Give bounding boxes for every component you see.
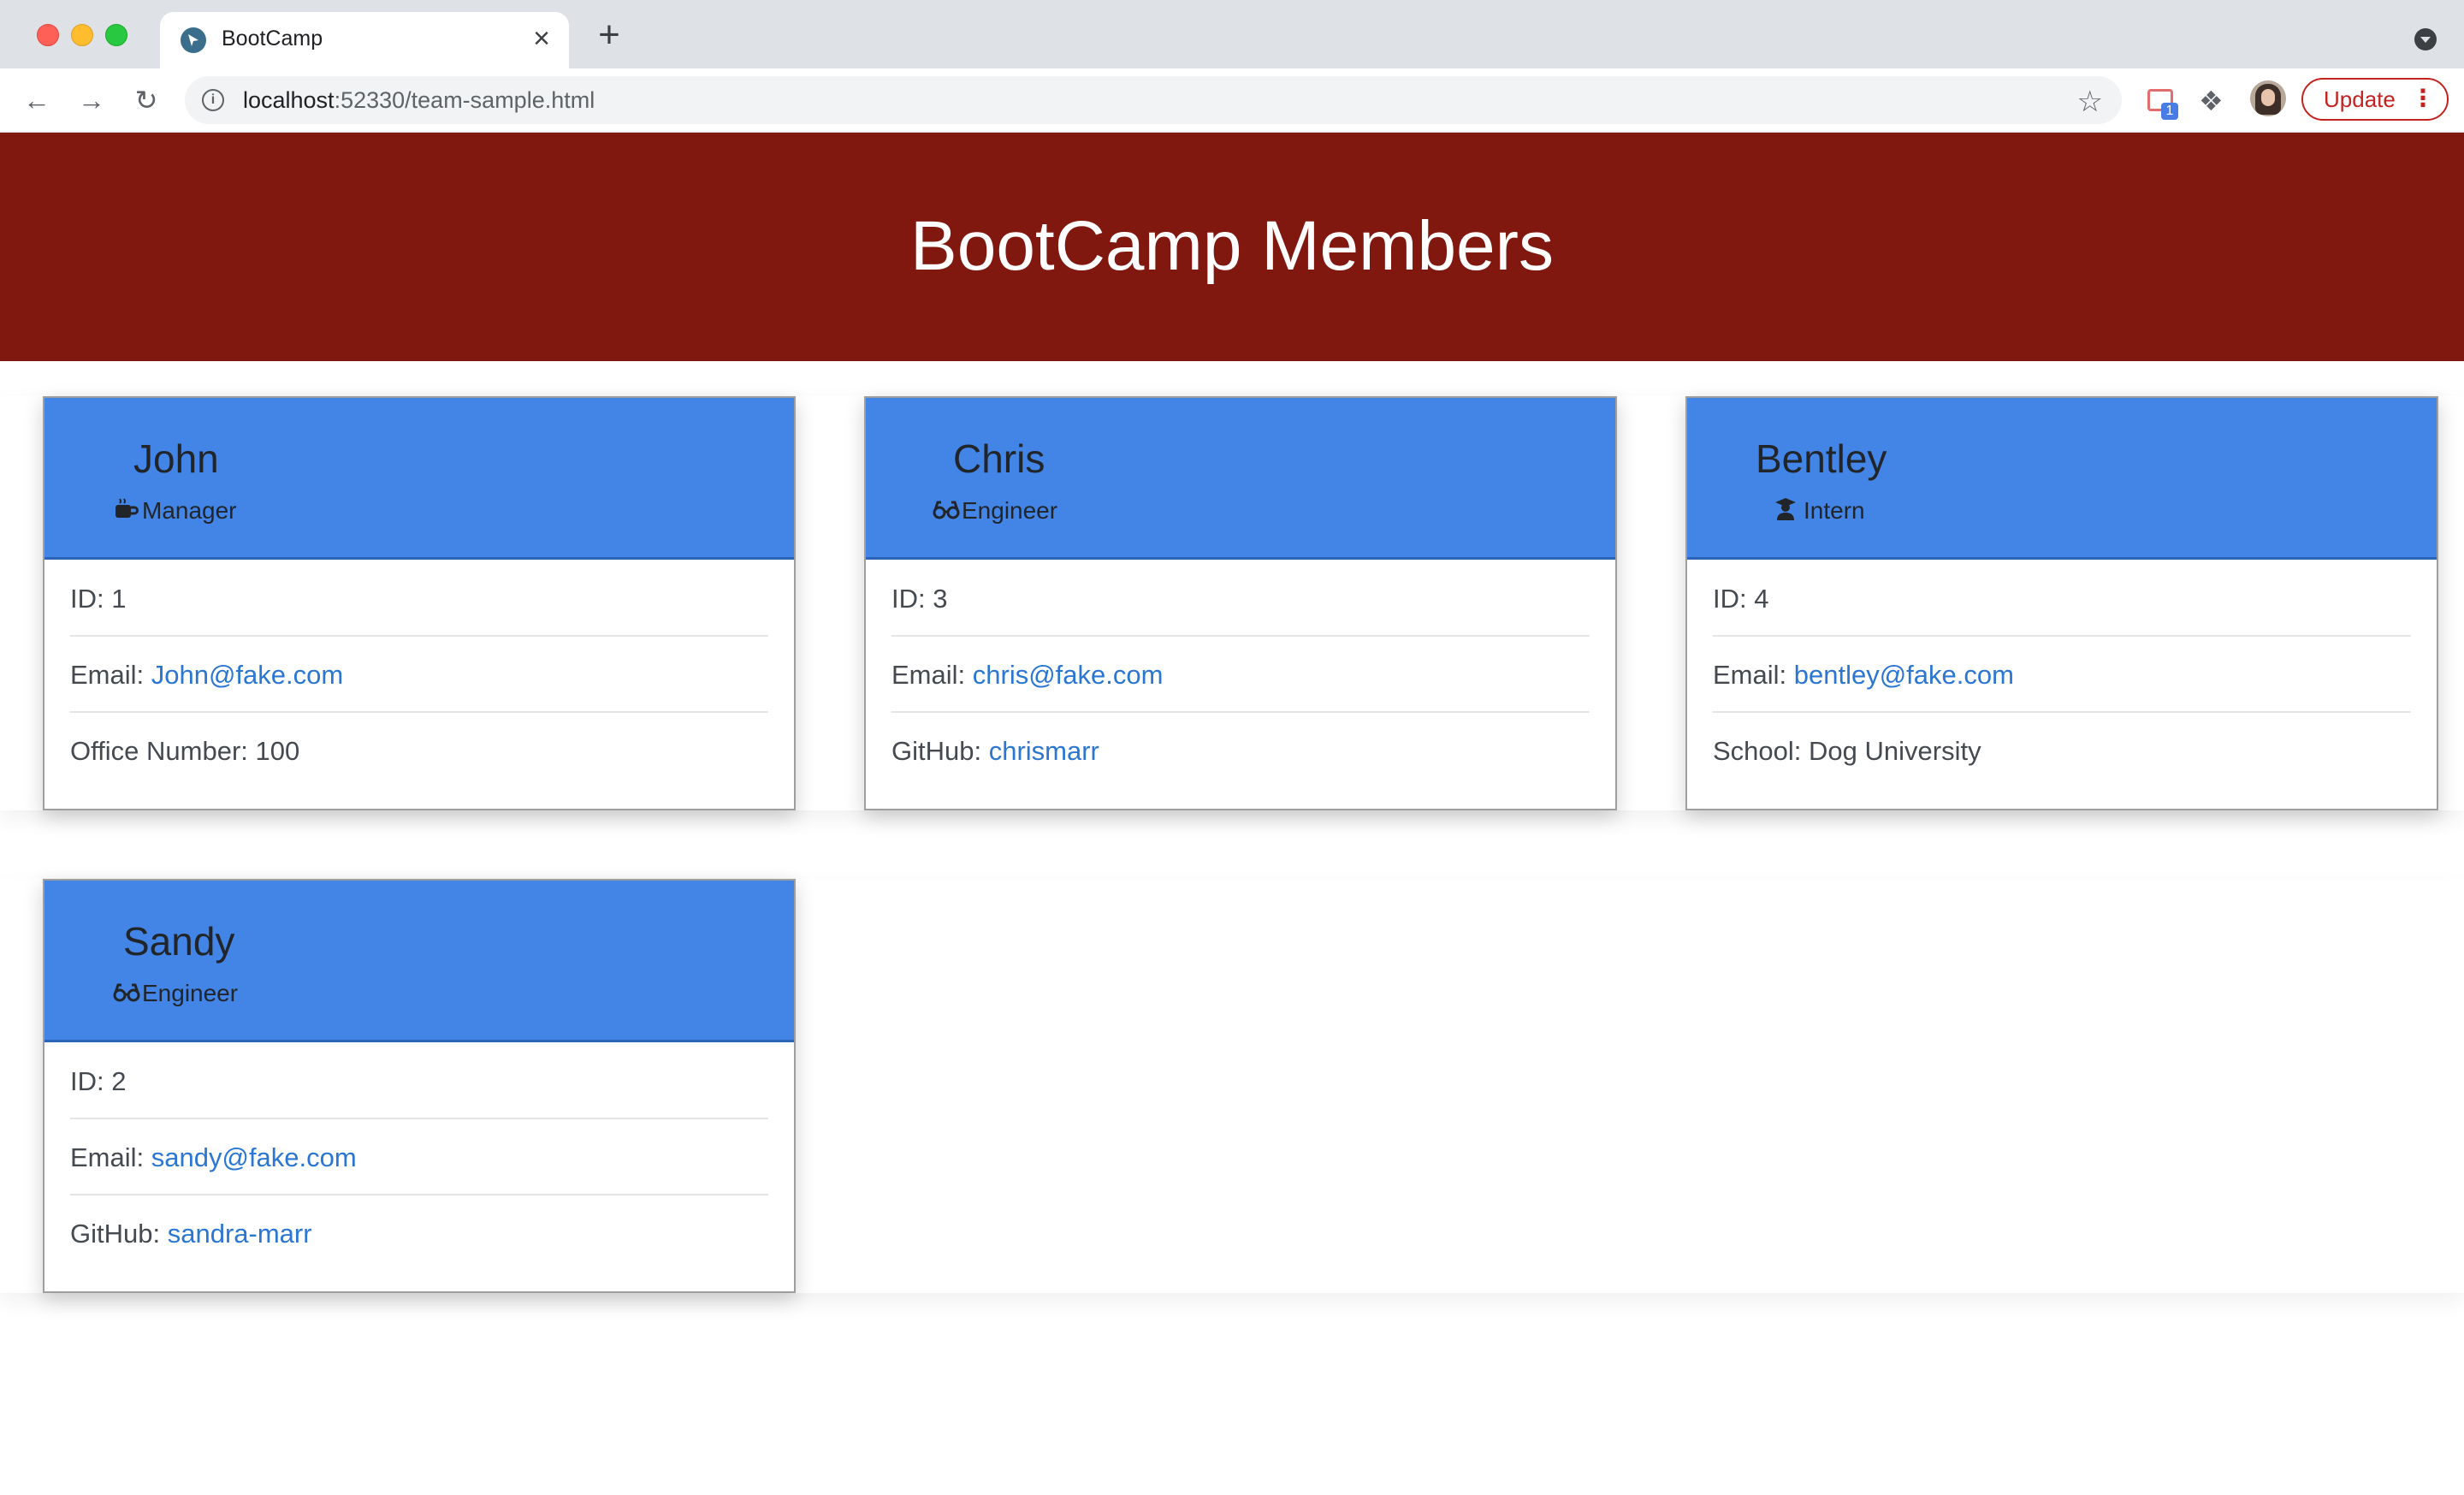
site-info-icon[interactable]: i	[202, 89, 224, 111]
update-label: Update	[2324, 86, 2396, 112]
member-role: Manager	[113, 497, 237, 527]
avatar-face	[2261, 89, 2275, 106]
favicon-icon	[181, 27, 206, 53]
member-email: Email: John@fake.com	[70, 637, 768, 713]
url-host: localhost	[243, 87, 335, 113]
back-arrow-icon[interactable]: ←	[19, 82, 55, 118]
card-details: ID: 2 Email: sandy@fake.com GitHub: sand…	[70, 1043, 768, 1272]
member-office: Office Number: 100	[70, 713, 768, 789]
puzzle-extensions-icon[interactable]: ❖	[2199, 86, 2230, 116]
role-label: Intern	[1804, 497, 1865, 524]
member-card-john: John Manager ID: 1 Email: John@fake.com …	[43, 396, 796, 810]
id-text: ID: 2	[70, 1066, 127, 1096]
member-email: Email: bentley@fake.com	[1713, 637, 2411, 713]
browser-tab-active[interactable]: BootCamp ×	[160, 12, 569, 68]
github-link[interactable]: sandra-marr	[168, 1219, 312, 1249]
card-header: Bentley Intern	[1687, 398, 2437, 560]
role-label: Manager	[142, 497, 237, 524]
forward-arrow-icon[interactable]: →	[74, 82, 110, 118]
id-text: ID: 4	[1713, 584, 1769, 614]
member-card-sandy: Sandy Engineer ID: 2 Email: sandy@fake.c…	[43, 879, 796, 1293]
address-bar[interactable]: i localhost:52330/team-sample.html ☆	[185, 76, 2122, 124]
bookmark-star-icon[interactable]: ☆	[2077, 85, 2103, 119]
member-id: ID: 4	[1713, 561, 2411, 637]
profile-avatar[interactable]	[2250, 80, 2286, 116]
new-tab-button[interactable]: +	[592, 16, 626, 54]
member-role: Engineer	[113, 980, 238, 1009]
extension-badge: 1	[2161, 103, 2178, 120]
member-id: ID: 2	[70, 1043, 768, 1119]
card-details: ID: 3 Email: chris@fake.com GitHub: chri…	[891, 561, 1590, 789]
email-label: Email:	[70, 1142, 151, 1172]
email-label: Email:	[891, 660, 973, 690]
email-link[interactable]: John@fake.com	[151, 660, 343, 690]
graduate-icon	[1774, 497, 1800, 527]
page-header: BootCamp Members	[0, 133, 2464, 361]
member-school: School: Dog University	[1713, 713, 2411, 789]
more-menu-icon[interactable]: ⋮	[2411, 80, 2435, 117]
card-header: Chris Engineer	[866, 398, 1615, 560]
member-name: Chris	[953, 436, 1045, 481]
github-label: GitHub:	[891, 736, 989, 766]
card-details: ID: 1 Email: John@fake.com Office Number…	[70, 561, 768, 789]
email-label: Email:	[1713, 660, 1794, 690]
reload-icon[interactable]: ↻	[128, 82, 164, 118]
role-label: Engineer	[962, 497, 1058, 524]
id-text: ID: 3	[891, 584, 948, 614]
card-details: ID: 4 Email: bentley@fake.com School: Do…	[1713, 561, 2411, 789]
tab-title: BootCamp	[222, 27, 323, 50]
browser-toolbar: ← → ↻ i localhost:52330/team-sample.html…	[0, 68, 2464, 133]
office-text: Office Number: 100	[70, 736, 300, 766]
close-window-button[interactable]	[37, 24, 59, 46]
member-id: ID: 1	[70, 561, 768, 637]
member-name: Sandy	[123, 919, 235, 964]
member-id: ID: 3	[891, 561, 1590, 637]
email-link[interactable]: bentley@fake.com	[1794, 660, 2014, 690]
glasses-icon	[113, 982, 140, 1009]
update-button[interactable]: Update ⋮	[2301, 78, 2449, 121]
member-role: Engineer	[933, 497, 1057, 526]
school-text: School: Dog University	[1713, 736, 1981, 766]
browser-tab-strip: BootCamp × +	[0, 0, 2464, 68]
card-header: John Manager	[44, 398, 794, 560]
email-link[interactable]: chris@fake.com	[973, 660, 1164, 690]
id-text: ID: 1	[70, 584, 127, 614]
github-link[interactable]: chrismarr	[989, 736, 1099, 766]
member-name: Bentley	[1756, 436, 1887, 481]
coffee-icon	[113, 497, 139, 527]
member-name: John	[133, 436, 219, 481]
member-email: Email: sandy@fake.com	[70, 1119, 768, 1195]
role-label: Engineer	[142, 980, 239, 1006]
extension-icon[interactable]: 1	[2146, 86, 2178, 120]
minimize-window-button[interactable]	[71, 24, 93, 46]
member-github: GitHub: sandra-marr	[70, 1195, 768, 1272]
member-card-chris: Chris Engineer ID: 3 Email: chris@fake.c…	[864, 396, 1617, 810]
email-label: Email:	[70, 660, 151, 690]
url-text[interactable]: localhost:52330/team-sample.html	[243, 87, 595, 114]
member-email: Email: chris@fake.com	[891, 637, 1590, 713]
tab-close-icon[interactable]: ×	[526, 24, 557, 55]
maximize-window-button[interactable]	[105, 24, 127, 46]
github-label: GitHub:	[70, 1219, 168, 1249]
member-github: GitHub: chrismarr	[891, 713, 1590, 789]
glasses-icon	[933, 499, 960, 526]
card-header: Sandy Engineer	[44, 881, 794, 1042]
page-title: BootCamp Members	[910, 207, 1554, 285]
email-link[interactable]: sandy@fake.com	[151, 1142, 357, 1172]
member-role: Intern	[1774, 497, 1865, 527]
tab-search-icon[interactable]	[2414, 28, 2437, 50]
url-path: :52330/team-sample.html	[334, 87, 595, 113]
member-card-bentley: Bentley Intern ID: 4 Email: bentley@fake…	[1685, 396, 2438, 810]
